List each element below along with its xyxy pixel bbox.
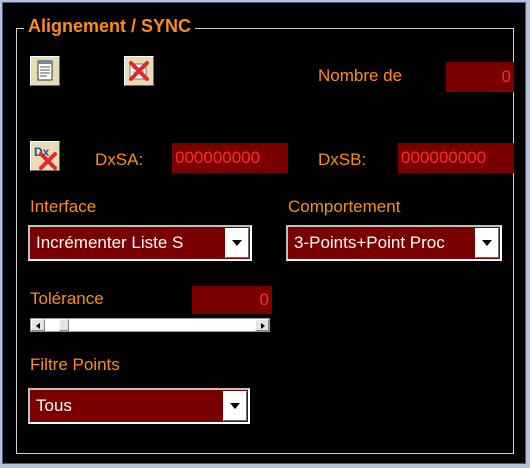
- dxsa-value: 000000000: [172, 143, 288, 173]
- filtre-selected: Tous: [36, 396, 72, 415]
- tolerance-slider[interactable]: [30, 318, 270, 332]
- comportement-select[interactable]: 3-Points+Point Proc: [286, 225, 502, 261]
- scroll-right-icon[interactable]: [255, 319, 269, 331]
- slider-thumb[interactable]: [59, 319, 69, 331]
- chevron-down-icon[interactable]: [223, 391, 247, 421]
- tolerance-label: Tolérance: [30, 289, 104, 308]
- interface-select[interactable]: Incrémenter Liste S: [28, 225, 252, 261]
- scroll-left-icon[interactable]: [31, 319, 45, 331]
- chevron-down-icon[interactable]: [225, 228, 249, 258]
- dxsb-label: DxSB:: [318, 150, 367, 169]
- nombre-label: Nombre de: [318, 66, 403, 85]
- dx-delete-icon: Dx: [34, 145, 57, 170]
- chevron-down-icon[interactable]: [475, 228, 499, 258]
- notepad-icon: [37, 60, 53, 81]
- groupbox-title: Alignement / SYNC: [24, 16, 196, 37]
- nombre-value: 0: [446, 62, 514, 92]
- notepad-button[interactable]: [30, 56, 60, 86]
- tolerance-value: 0: [192, 286, 272, 314]
- comportement-label: Comportement: [288, 197, 401, 216]
- filtre-label: Filtre Points: [30, 355, 120, 374]
- comportement-selected: 3-Points+Point Proc: [294, 233, 445, 252]
- dxsb-value: 000000000: [398, 143, 514, 173]
- filtre-select[interactable]: Tous: [28, 388, 250, 424]
- interface-selected: Incrémenter Liste S: [36, 233, 184, 252]
- dxsa-label: DxSA:: [95, 150, 144, 169]
- dx-delete-button[interactable]: Dx: [30, 141, 60, 171]
- delete-icon: [129, 61, 149, 81]
- interface-label: Interface: [30, 197, 97, 216]
- delete-button[interactable]: [124, 56, 154, 86]
